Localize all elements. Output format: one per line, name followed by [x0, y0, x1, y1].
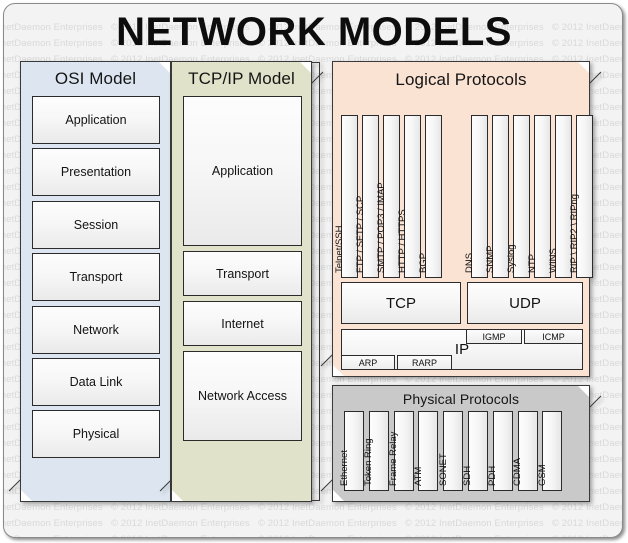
physical-protocol-column-1: Token Ring	[363, 411, 389, 491]
physical-protocols-panel: Physical Protocols Ethernet Token Ring Fra…	[320, 385, 602, 502]
physical-protocols-heading: Physical Protocols	[402, 391, 520, 407]
watermark-text: © 2012 InetDaemon Enterprises © 2012 Ine…	[4, 502, 622, 513]
osi-layer-network: Network	[32, 305, 160, 354]
physical-protocol-column-6: PDH	[487, 411, 513, 491]
osi-layer-application: Application	[32, 96, 160, 144]
tcpip-layer-transport: Transport	[183, 251, 302, 296]
osi-layer-data-link: Data Link	[32, 357, 160, 406]
protocol-label: Telnet/SSH	[334, 225, 345, 273]
tcpip-layer-internet: Internet	[183, 301, 302, 346]
logical-protocol-columns: Telnet/SSH FTP / SFTP / SCP SMTP / POP3 / …	[334, 115, 593, 278]
physical-protocol-column-3: ATM	[413, 411, 439, 491]
tcpip-layer-application: Application	[183, 96, 302, 246]
osi-layer-transport: Transport	[32, 253, 160, 302]
protocol-label: RIP \ RIP2 \ RIPng	[569, 193, 580, 273]
logical-protocols-heading: Logical Protocols	[395, 70, 527, 89]
udp-box: UDP	[467, 282, 583, 324]
osi-layer-physical: Physical	[32, 410, 160, 459]
diagram-frame: © 2012 InetDaemon Enterprises © 2012 Ine…	[3, 3, 623, 538]
protocol-label: Token Ring	[363, 438, 375, 486]
osi-layer-session: Session	[32, 200, 160, 249]
icmp-box: ICMP	[524, 329, 583, 344]
tcpip-model-heading: TCP/IP Model	[188, 69, 295, 88]
igmp-box: IGMP	[466, 329, 522, 344]
watermark-text: © 2012 InetDaemon Enterprises © 2012 Ine…	[4, 534, 622, 537]
tcpip-layer-network-access: Network Access	[183, 351, 302, 441]
protocol-label: ATM	[412, 466, 424, 486]
physical-protocol-column-8: GSM	[537, 411, 563, 491]
osi-model-panel: OSI Model Application Presentation Session…	[8, 61, 183, 502]
physical-protocol-columns: Ethernet Token Ring Frame Relay ATM SONET SDH…	[339, 411, 582, 491]
tcpip-edge-bevel	[311, 62, 320, 501]
osi-layer-list: Application Presentation Session Transport N…	[32, 96, 160, 463]
udp-protocol-group: DNS SNMP Syslog NTP WINS RIP \ RIP2 \ RIPng	[464, 115, 597, 278]
arp-box: ARP	[341, 355, 395, 370]
protocol-label: SDH	[462, 465, 474, 486]
protocol-label: SONET	[437, 453, 449, 486]
tcpip-layer-list: Application Transport Internet Network Acce…	[183, 96, 302, 446]
osi-layer-presentation: Presentation	[32, 148, 160, 197]
protocol-label: PDH	[487, 465, 499, 486]
logical-protocols-panel: Logical Protocols Telnet/SSH FTP / SFTP /…	[320, 61, 602, 377]
osi-model-heading: OSI Model	[54, 69, 137, 88]
rarp-box: RARP	[397, 355, 452, 370]
physical-protocol-column-7: CDMA	[512, 411, 538, 491]
protocol-label: Syslog	[506, 244, 517, 273]
protocol-label: DNS	[464, 252, 475, 273]
watermark-text: © 2012 InetDaemon Enterprises © 2012 Ine…	[4, 518, 622, 529]
protocol-label: BGP	[418, 252, 429, 273]
protocol-label: GSM	[536, 464, 548, 486]
tcp-box: TCP	[341, 282, 461, 324]
protocol-label: NTP	[527, 254, 538, 273]
protocol-label: HTTP / HTTPS	[397, 209, 408, 273]
physical-protocol-column-5: SDH	[462, 411, 488, 491]
physical-protocol-column-4: SONET	[438, 411, 464, 491]
physical-protocol-column-2: Frame Relay	[388, 411, 414, 491]
transport-protocol-row: TCP UDP	[341, 282, 583, 324]
page-title: NETWORK MODELS	[116, 10, 512, 54]
protocol-label: SNMP	[485, 245, 496, 273]
tcpip-model-panel: TCP/IP Model Application Transport Interne…	[159, 61, 324, 502]
physical-protocol-column-0: Ethernet	[339, 411, 364, 491]
protocol-label: WINS	[548, 248, 559, 273]
protocol-label: CDMA	[512, 458, 524, 486]
ip-box: IP IGMP ICMP ARP RARP	[341, 329, 583, 370]
protocol-label: Ethernet	[338, 450, 350, 486]
tcp-protocol-group: Telnet/SSH FTP / SFTP / SCP SMTP / POP3 / …	[334, 115, 446, 278]
udp-protocol-column-5: RIP \ RIP2 \ RIPng	[569, 115, 593, 278]
protocol-label: SMTP / POP3 / IMAP	[376, 182, 387, 273]
protocol-label: FTP / SFTP / SCP	[355, 195, 366, 273]
tcp-protocol-column-4: BGP	[418, 115, 442, 278]
protocol-label: Frame Relay	[388, 431, 400, 486]
